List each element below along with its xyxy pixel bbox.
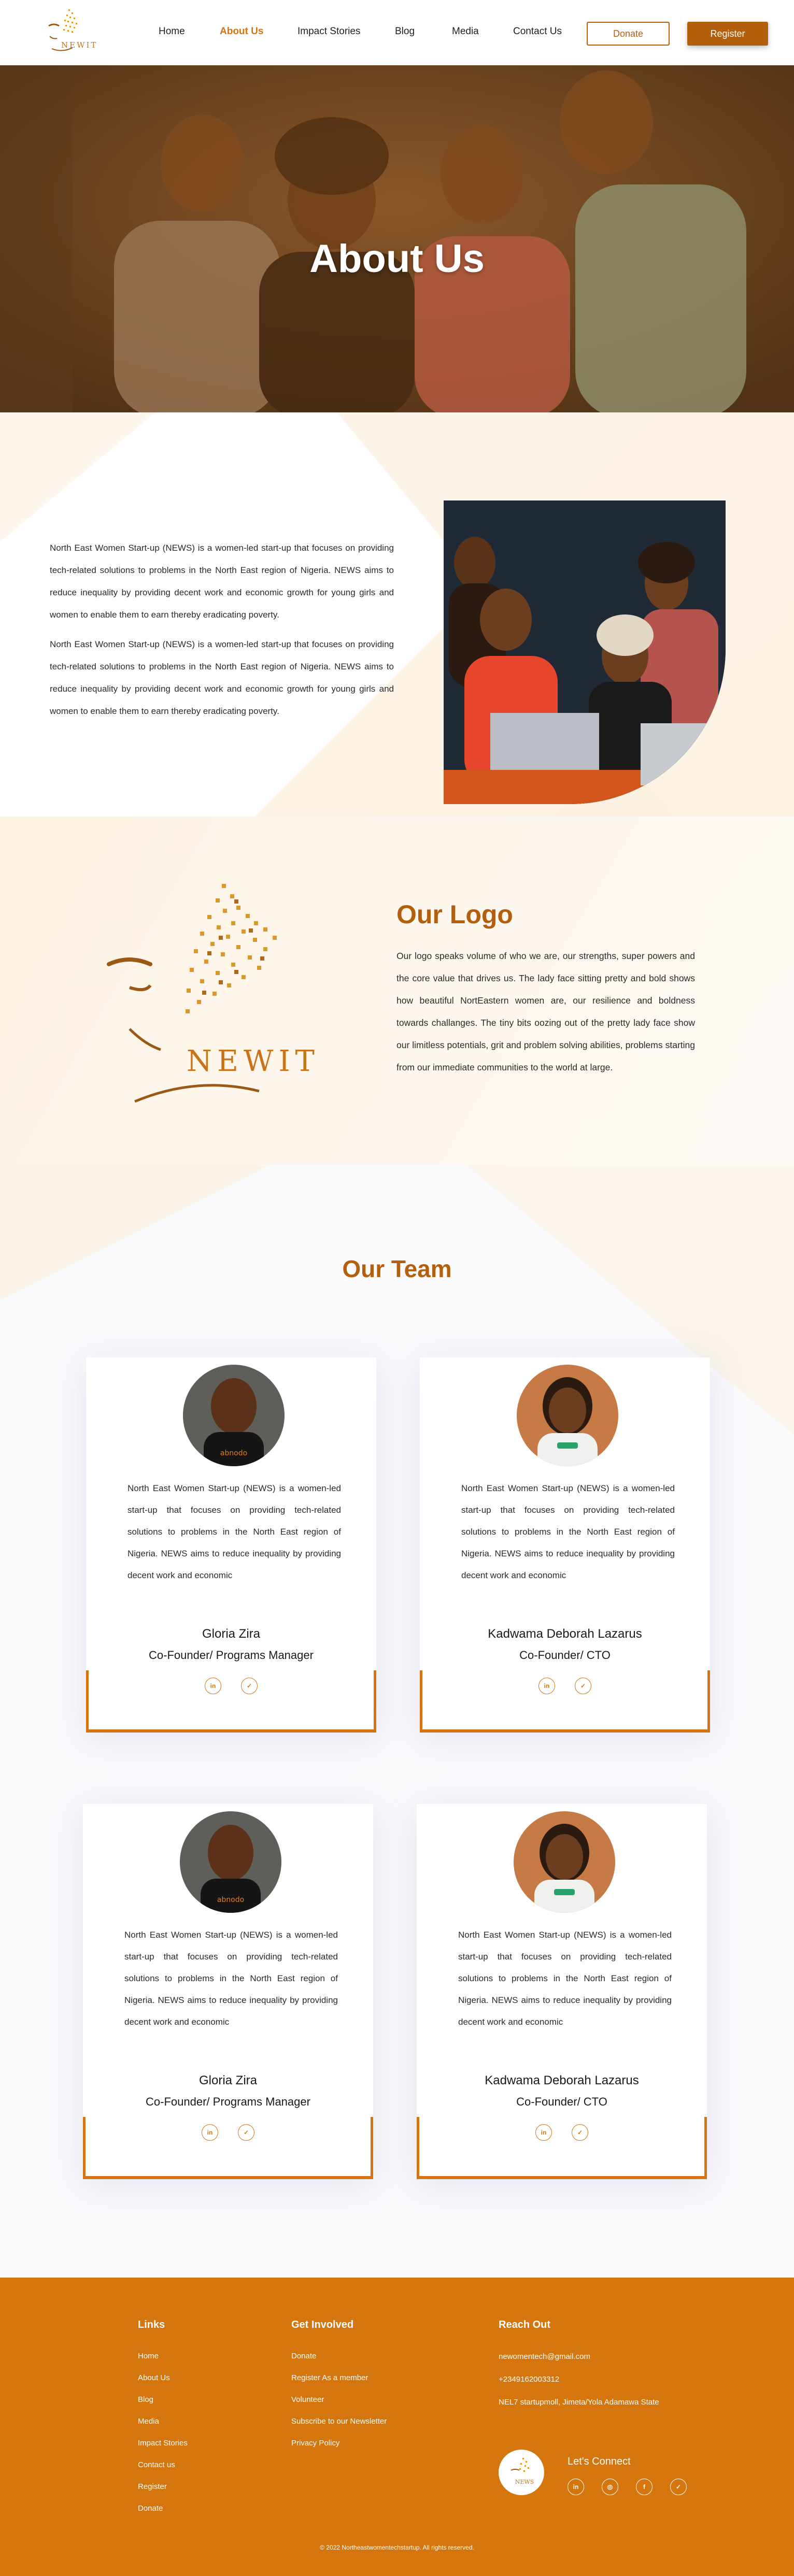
footer-news-logo[interactable]: NEWS: [499, 2450, 544, 2495]
intro-paragraph: North East Women Start-up (NEWS) is a wo…: [50, 543, 394, 620]
our-logo-section: NEWIT Our Logo Our logo speaks volume of…: [0, 817, 794, 1166]
member-role: Co-Founder/ CTO: [519, 1649, 611, 1662]
member-social-links: in ✓: [86, 1678, 376, 1694]
nav-about-us[interactable]: About Us: [220, 26, 263, 37]
logo-wordmark-large: NEWIT: [187, 1044, 320, 1078]
linkedin-icon[interactable]: in: [202, 2124, 218, 2141]
nav-contact-us[interactable]: Contact Us: [513, 26, 562, 37]
linkedin-icon[interactable]: in: [538, 1678, 555, 1694]
twitter-icon[interactable]: ✓: [670, 2479, 687, 2495]
our-logo-heading: Our Logo: [396, 900, 513, 929]
footer-link-newsletter[interactable]: Subscribe to our Newsletter: [291, 2411, 387, 2432]
twitter-icon[interactable]: ✓: [238, 2124, 254, 2141]
avatar: abnodo: [183, 1365, 285, 1466]
team-card: North East Women Start-up (NEWS) is a wo…: [420, 1357, 710, 1733]
team-card: abnodo North East Women Start-up (NEWS) …: [86, 1357, 376, 1733]
member-name: Kadwama Deborah Lazarus: [488, 1627, 642, 1641]
footer-get-involved-column: Get Involved Donate Register As a member…: [291, 2319, 387, 2454]
lets-connect-label: Let's Connect: [568, 2456, 631, 2467]
footer-address: NEL7 startupmoll, Jimeta/Yola Adamawa St…: [499, 2398, 659, 2407]
newit-large-logo: [107, 884, 277, 1103]
footer-reach-out-column: Reach Out newomentech@gmail.com +2349162…: [499, 2319, 659, 2414]
footer-social-links: in ◎ f ✓: [568, 2479, 687, 2495]
footer-get-involved-heading: Get Involved: [291, 2319, 354, 2330]
footer-link-donate[interactable]: Donate: [138, 2498, 188, 2520]
nav-media[interactable]: Media: [452, 26, 479, 37]
copyright-icon: ©: [320, 2544, 327, 2551]
site-header: NEWIT Home About Us Impact Stories Blog …: [0, 0, 794, 65]
twitter-icon[interactable]: ✓: [575, 1678, 591, 1694]
footer-link-impact[interactable]: Impact Stories: [138, 2432, 188, 2454]
hero-banner: About Us: [0, 65, 794, 412]
member-bio: North East Women Start-up (NEWS) is a wo…: [124, 1930, 338, 2027]
footer-link-donate[interactable]: Donate: [291, 2345, 387, 2367]
footer-reach-out-heading: Reach Out: [499, 2319, 551, 2330]
member-name: Gloria Zira: [198, 2073, 258, 2087]
footer-link-volunteer[interactable]: Volunteer: [291, 2389, 387, 2411]
footer-link-media[interactable]: Media: [138, 2411, 188, 2432]
our-team-section: Our Team abnodo North East Women Start-u…: [0, 1166, 794, 2278]
linkedin-icon[interactable]: in: [568, 2479, 584, 2495]
member-bio: North East Women Start-up (NEWS) is a wo…: [127, 1483, 341, 1580]
member-bio: North East Women Start-up (NEWS) is a wo…: [461, 1483, 675, 1580]
member-role: Co-Founder/ Programs Manager: [149, 1649, 314, 1662]
avatar: [517, 1365, 618, 1466]
twitter-icon[interactable]: ✓: [572, 2124, 588, 2141]
linkedin-icon[interactable]: in: [535, 2124, 552, 2141]
member-bio: North East Women Start-up (NEWS) is a wo…: [458, 1930, 672, 2027]
member-name: Gloria Zira: [202, 1627, 261, 1641]
donate-button[interactable]: Donate: [587, 22, 670, 46]
newit-logo[interactable]: [41, 5, 93, 59]
twitter-icon[interactable]: ✓: [241, 1678, 258, 1694]
our-team-heading: Our Team: [342, 1255, 452, 1282]
intro-paragraph: North East Women Start-up (NEWS) is a wo…: [50, 639, 394, 716]
copyright: © 2022 Northeastwomentechstartup. All ri…: [320, 2544, 474, 2551]
footer-link-register-member[interactable]: Register As a member: [291, 2367, 387, 2389]
footer-links-column: Links Home About Us Blog Media Impact St…: [138, 2319, 188, 2520]
footer-link-home[interactable]: Home: [138, 2345, 188, 2367]
footer-link-blog[interactable]: Blog: [138, 2389, 188, 2411]
footer-phone[interactable]: +2349162003312: [499, 2368, 659, 2391]
site-footer: Links Home About Us Blog Media Impact St…: [0, 2278, 794, 2576]
footer-link-about[interactable]: About Us: [138, 2367, 188, 2389]
svg-text:abnodo: abnodo: [220, 1449, 247, 1457]
footer-link-privacy[interactable]: Privacy Policy: [291, 2432, 387, 2454]
member-role: Co-Founder/ CTO: [516, 2095, 607, 2108]
svg-text:abnodo: abnodo: [217, 1896, 244, 1904]
nav-home[interactable]: Home: [159, 26, 185, 37]
footer-email[interactable]: newomentech@gmail.com: [499, 2345, 659, 2368]
member-social-links: in ✓: [420, 1678, 710, 1694]
intro-text: North East Women Start-up (NEWS) is a wo…: [50, 537, 394, 722]
team-card: North East Women Start-up (NEWS) is a wo…: [417, 1804, 707, 2179]
page-title: About Us: [309, 237, 485, 281]
member-social-links: in ✓: [417, 2124, 707, 2141]
footer-link-contact[interactable]: Contact us: [138, 2454, 188, 2476]
logo-wordmark: NEWIT: [61, 40, 98, 50]
member-name: Kadwama Deborah Lazarus: [485, 2073, 639, 2087]
avatar: [514, 1811, 615, 1913]
team-card: abnodo North East Women Start-up (NEWS) …: [83, 1804, 373, 2179]
avatar: abnodo: [180, 1811, 281, 1913]
nav-blog[interactable]: Blog: [395, 26, 415, 37]
svg-text:NEWS: NEWS: [515, 2479, 534, 2485]
nav-impact-stories[interactable]: Impact Stories: [297, 26, 360, 37]
logo-description: Our logo speaks volume of who we are, ou…: [396, 951, 695, 1072]
member-role: Co-Founder/ Programs Manager: [146, 2095, 310, 2108]
about-intro-section: North East Women Start-up (NEWS) is a wo…: [0, 412, 794, 817]
instagram-icon[interactable]: ◎: [602, 2479, 618, 2495]
linkedin-icon[interactable]: in: [205, 1678, 221, 1694]
facebook-icon[interactable]: f: [636, 2479, 653, 2495]
footer-link-register[interactable]: Register: [138, 2476, 188, 2498]
register-button[interactable]: Register: [687, 22, 768, 46]
footer-links-heading: Links: [138, 2319, 165, 2330]
member-social-links: in ✓: [83, 2124, 373, 2141]
